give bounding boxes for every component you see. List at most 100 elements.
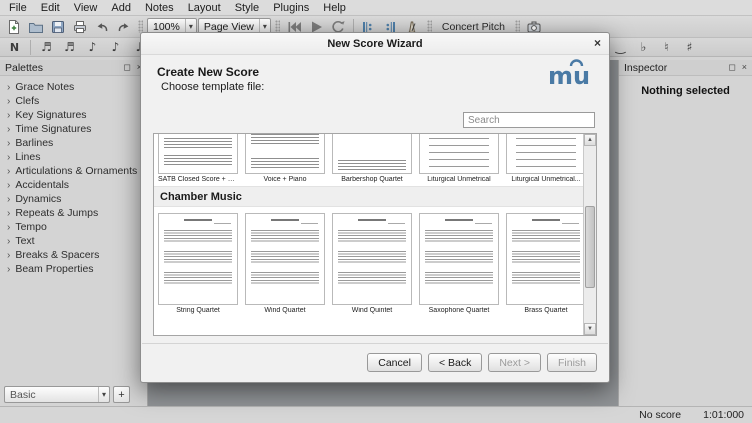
palette-item-label: Clefs (15, 95, 39, 107)
palette-item-time-signatures[interactable]: ›Time Signatures (0, 122, 147, 136)
palette-item-label: Dynamics (15, 193, 61, 205)
print-icon[interactable] (69, 17, 90, 36)
palette-item-tempo[interactable]: ›Tempo (0, 220, 147, 234)
palette-item-grace-notes[interactable]: ›Grace Notes (0, 80, 147, 94)
palette-item-accidentals[interactable]: ›Accidentals (0, 178, 147, 192)
chevron-right-icon: › (7, 110, 10, 121)
new-score-icon[interactable] (3, 17, 24, 36)
palette-preset-value: Basic (10, 389, 36, 401)
inspector-title: Inspector (624, 62, 667, 74)
undo-icon[interactable] (91, 17, 112, 36)
template-card[interactable]: Wind Quintet (332, 213, 412, 314)
palette-item-articulations[interactable]: › Articulations & Ornaments (0, 164, 147, 178)
palette-item-repeats-jumps[interactable]: ›Repeats & Jumps (0, 206, 147, 220)
chevron-right-icon: › (7, 124, 10, 135)
palettes-title: Palettes (5, 62, 43, 74)
next-button[interactable]: Next > (488, 353, 541, 372)
palette-item-label: Accidentals (15, 179, 69, 191)
chevron-right-icon: › (7, 236, 10, 247)
template-row-partial: SATB Closed Score + Piano Voice + Piano … (154, 133, 596, 183)
flat-icon[interactable]: ♭ (633, 38, 654, 57)
template-label: Wind Quintet (332, 307, 412, 314)
palette-item-label: Barlines (15, 137, 53, 149)
template-thumbnail (245, 133, 325, 174)
duration-eighth-icon[interactable]: ♪ (105, 38, 126, 57)
palette-item-label: Key Signatures (15, 109, 86, 121)
template-card[interactable]: SATB Closed Score + Piano (158, 133, 238, 183)
template-thumbnail (158, 213, 238, 305)
template-thumbnail (332, 133, 412, 174)
template-card[interactable]: Liturgical Unmetrical (419, 133, 499, 183)
palette-item-barlines[interactable]: ›Barlines (0, 136, 147, 150)
chevron-right-icon: › (7, 96, 10, 107)
redo-icon[interactable] (113, 17, 134, 36)
scroll-down-icon[interactable]: ▼ (584, 323, 596, 335)
scrollbar-thumb[interactable] (585, 206, 595, 288)
scroll-up-icon[interactable]: ▲ (584, 134, 596, 146)
template-card[interactable]: Brass Quartet (506, 213, 586, 314)
palette-item-dynamics[interactable]: › Dynamics (0, 192, 147, 206)
palette-item-clefs[interactable]: › Clefs (0, 94, 147, 108)
duration-64th-icon[interactable]: ♬ (36, 38, 57, 57)
menu-plugins[interactable]: Plugins (266, 1, 316, 15)
palette-item-label: Text (15, 235, 34, 247)
chevron-right-icon: › (7, 166, 10, 177)
menu-edit[interactable]: Edit (34, 1, 67, 15)
zoom-value: 100% (153, 21, 180, 33)
natural-icon[interactable]: ♮ (656, 38, 677, 57)
template-card[interactable]: Saxophone Quartet (419, 213, 499, 314)
dialog-titlebar[interactable]: New Score Wizard × (141, 33, 609, 55)
menu-add[interactable]: Add (104, 1, 138, 15)
finish-button[interactable]: Finish (547, 353, 597, 372)
dialog-heading: Create New Score (157, 65, 259, 79)
palette-preset-select[interactable]: Basic ▾ (4, 386, 110, 403)
palette-item-label: Beam Properties (15, 263, 93, 275)
template-card[interactable]: Wind Quartet (245, 213, 325, 314)
save-icon[interactable] (47, 17, 68, 36)
chevron-right-icon: › (7, 82, 10, 93)
tie-icon[interactable]: ‿ (610, 38, 631, 57)
back-button[interactable]: < Back (428, 353, 482, 372)
menu-file[interactable]: File (2, 1, 34, 15)
template-card[interactable]: String Quartet (158, 213, 238, 314)
template-thumbnail (506, 213, 586, 305)
note-input-icon[interactable]: N (4, 38, 25, 57)
menu-notes[interactable]: Notes (138, 1, 181, 15)
sharp-icon[interactable]: ♯ (679, 38, 700, 57)
template-label: Liturgical Unmetrical... (506, 176, 586, 183)
float-panel-icon[interactable]: ◻ (728, 62, 735, 73)
template-label: SATB Closed Score + Piano (158, 176, 238, 183)
template-thumbnail (419, 213, 499, 305)
menu-help[interactable]: Help (316, 1, 353, 15)
inspector-panel: Inspector ◻ × Nothing selected (618, 60, 752, 406)
chevron-right-icon: › (7, 208, 10, 219)
add-palette-button[interactable]: + (113, 386, 130, 403)
duration-32nd-icon[interactable]: ♬ (59, 38, 80, 57)
musescore-logo: mu (547, 57, 593, 92)
template-card[interactable]: Voice + Piano (245, 133, 325, 183)
float-panel-icon[interactable]: ◻ (123, 62, 130, 73)
template-card[interactable]: Liturgical Unmetrical... (506, 133, 586, 183)
duration-16th-icon[interactable]: ♪ (82, 38, 103, 57)
palette-item-beam-properties[interactable]: ›Beam Properties (0, 262, 147, 276)
menu-layout[interactable]: Layout (181, 1, 228, 15)
template-card[interactable]: Barbershop Quartet (332, 133, 412, 183)
template-row-chamber: String Quartet Wind Quartet Wind Quintet… (154, 213, 596, 314)
new-score-wizard-dialog: New Score Wizard × Create New Score Choo… (140, 32, 610, 383)
template-label: Voice + Piano (245, 176, 325, 183)
close-icon[interactable]: × (594, 36, 601, 50)
palette-item-text[interactable]: › Text (0, 234, 147, 248)
palette-item-lines[interactable]: ›Lines (0, 150, 147, 164)
close-panel-icon[interactable]: × (742, 62, 747, 73)
template-thumbnail (158, 133, 238, 174)
search-input[interactable] (463, 112, 595, 128)
palette-item-key-signatures[interactable]: › Key Signatures (0, 108, 147, 122)
palette-item-breaks-spacers[interactable]: ›Breaks & Spacers (0, 248, 147, 262)
menu-style[interactable]: Style (228, 1, 266, 15)
palette-item-label: Articulations & Ornaments (15, 165, 137, 177)
open-file-icon[interactable] (25, 17, 46, 36)
menu-view[interactable]: View (67, 1, 105, 15)
chevron-right-icon: › (7, 194, 10, 205)
cancel-button[interactable]: Cancel (367, 353, 422, 372)
scrollbar[interactable]: ▲ ▼ (583, 134, 596, 335)
